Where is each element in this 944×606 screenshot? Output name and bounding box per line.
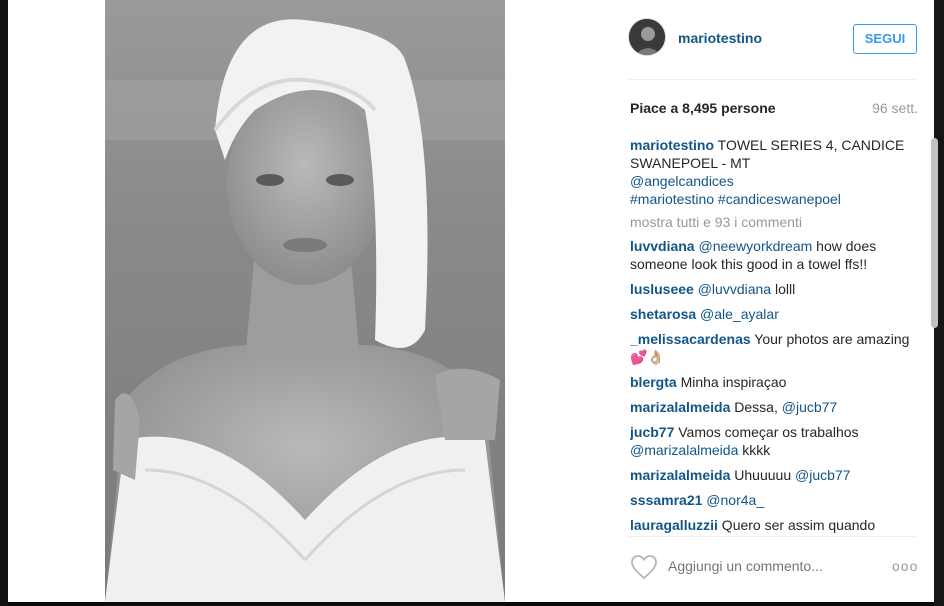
comment-username[interactable]: lauragalluzzii — [630, 517, 718, 533]
heart-icon[interactable] — [630, 554, 660, 582]
comment-mention[interactable]: @marizalalmeida — [630, 442, 738, 458]
comments-scrollbar[interactable] — [929, 138, 939, 536]
comment-mention[interactable]: @luvvdiana — [698, 281, 771, 297]
comment-mention[interactable]: @nor4a_ — [706, 492, 764, 508]
comment-text: Vamos começar os trabalhos — [674, 424, 859, 440]
comment-item: shetarosa @ale_ayalar — [630, 305, 914, 323]
heart-icon-svg — [631, 555, 657, 580]
comment-item: luvvdiana @neewyorkdream how does someon… — [630, 237, 914, 273]
post-photo[interactable] — [105, 0, 505, 602]
likes-count[interactable]: Piace a 8,495 persone — [630, 100, 776, 116]
comment-username[interactable]: luvvdiana — [630, 238, 695, 254]
divider — [628, 79, 916, 80]
comment-item: jucb77 Vamos começar os trabalhos @mariz… — [630, 423, 914, 459]
comment-text: lolll — [771, 281, 796, 297]
comment-footer: ooo — [628, 536, 934, 602]
caption: mariotestino TOWEL SERIES 4, CANDICE SWA… — [630, 136, 914, 208]
avatar[interactable] — [628, 18, 666, 56]
comments-list: mariotestino TOWEL SERIES 4, CANDICE SWA… — [630, 136, 914, 536]
photo-illustration — [105, 0, 505, 602]
more-options-icon[interactable]: ooo — [892, 558, 918, 574]
comment-mention[interactable]: @jucb77 — [782, 399, 837, 415]
comment-item: _melissacardenas Your photos are amazing… — [630, 330, 914, 366]
comment-item: marizalalmeida Dessa, @jucb77 — [630, 398, 914, 416]
comment-text: Dessa, — [730, 399, 782, 415]
comment-mention[interactable]: @jucb77 — [795, 467, 850, 483]
comment-username[interactable]: shetarosa — [630, 306, 696, 322]
follow-button[interactable]: SEGUI — [853, 24, 917, 54]
comment-username[interactable]: _melissacardenas — [630, 331, 751, 347]
comment-username[interactable]: jucb77 — [630, 424, 674, 440]
comment-text: Minha inspiraçao — [676, 374, 787, 390]
comment-mention[interactable]: @ale_ayalar — [700, 306, 779, 322]
post-sidebar: mariotestino SEGUI Piace a 8,495 persone… — [628, 0, 934, 602]
post-time[interactable]: 96 sett. — [872, 100, 918, 116]
username-link[interactable]: mariotestino — [678, 30, 762, 46]
comment-username[interactable]: blergta — [630, 374, 677, 390]
comment-text: kkkk — [738, 442, 771, 458]
post-header: mariotestino SEGUI — [628, 18, 918, 62]
show-all-comments-link[interactable]: mostra tutti e 93 i commenti — [630, 213, 914, 231]
caption-mention[interactable]: @angelcandices — [630, 173, 734, 189]
post-modal: mariotestino SEGUI Piace a 8,495 persone… — [8, 0, 938, 602]
comment-text: Quero ser assim quando — [717, 517, 876, 533]
comment-username[interactable]: marizalalmeida — [630, 467, 730, 483]
caption-hashtags[interactable]: #mariotestino #candiceswanepoel — [630, 191, 841, 207]
comment-item: lusluseee @luvvdiana lolll — [630, 280, 914, 298]
comment-item: blergta Minha inspiraçao — [630, 373, 914, 391]
comment-item: lauragalluzzii Quero ser assim quando — [630, 516, 914, 534]
comment-mention[interactable]: @neewyorkdream — [698, 238, 812, 254]
comment-username[interactable]: sssamra21 — [630, 492, 702, 508]
comment-item: marizalalmeida Uhuuuuu @jucb77 — [630, 466, 914, 484]
comment-input[interactable] — [668, 558, 868, 574]
backdrop — [0, 0, 8, 606]
avatar-image — [629, 19, 665, 55]
caption-username[interactable]: mariotestino — [630, 137, 714, 153]
comment-item: sssamra21 @nor4a_ — [630, 491, 914, 509]
comment-text: Uhuuuuu — [730, 467, 795, 483]
comment-username[interactable]: marizalalmeida — [630, 399, 730, 415]
scrollbar-thumb[interactable] — [931, 138, 938, 328]
comment-username[interactable]: lusluseee — [630, 281, 694, 297]
